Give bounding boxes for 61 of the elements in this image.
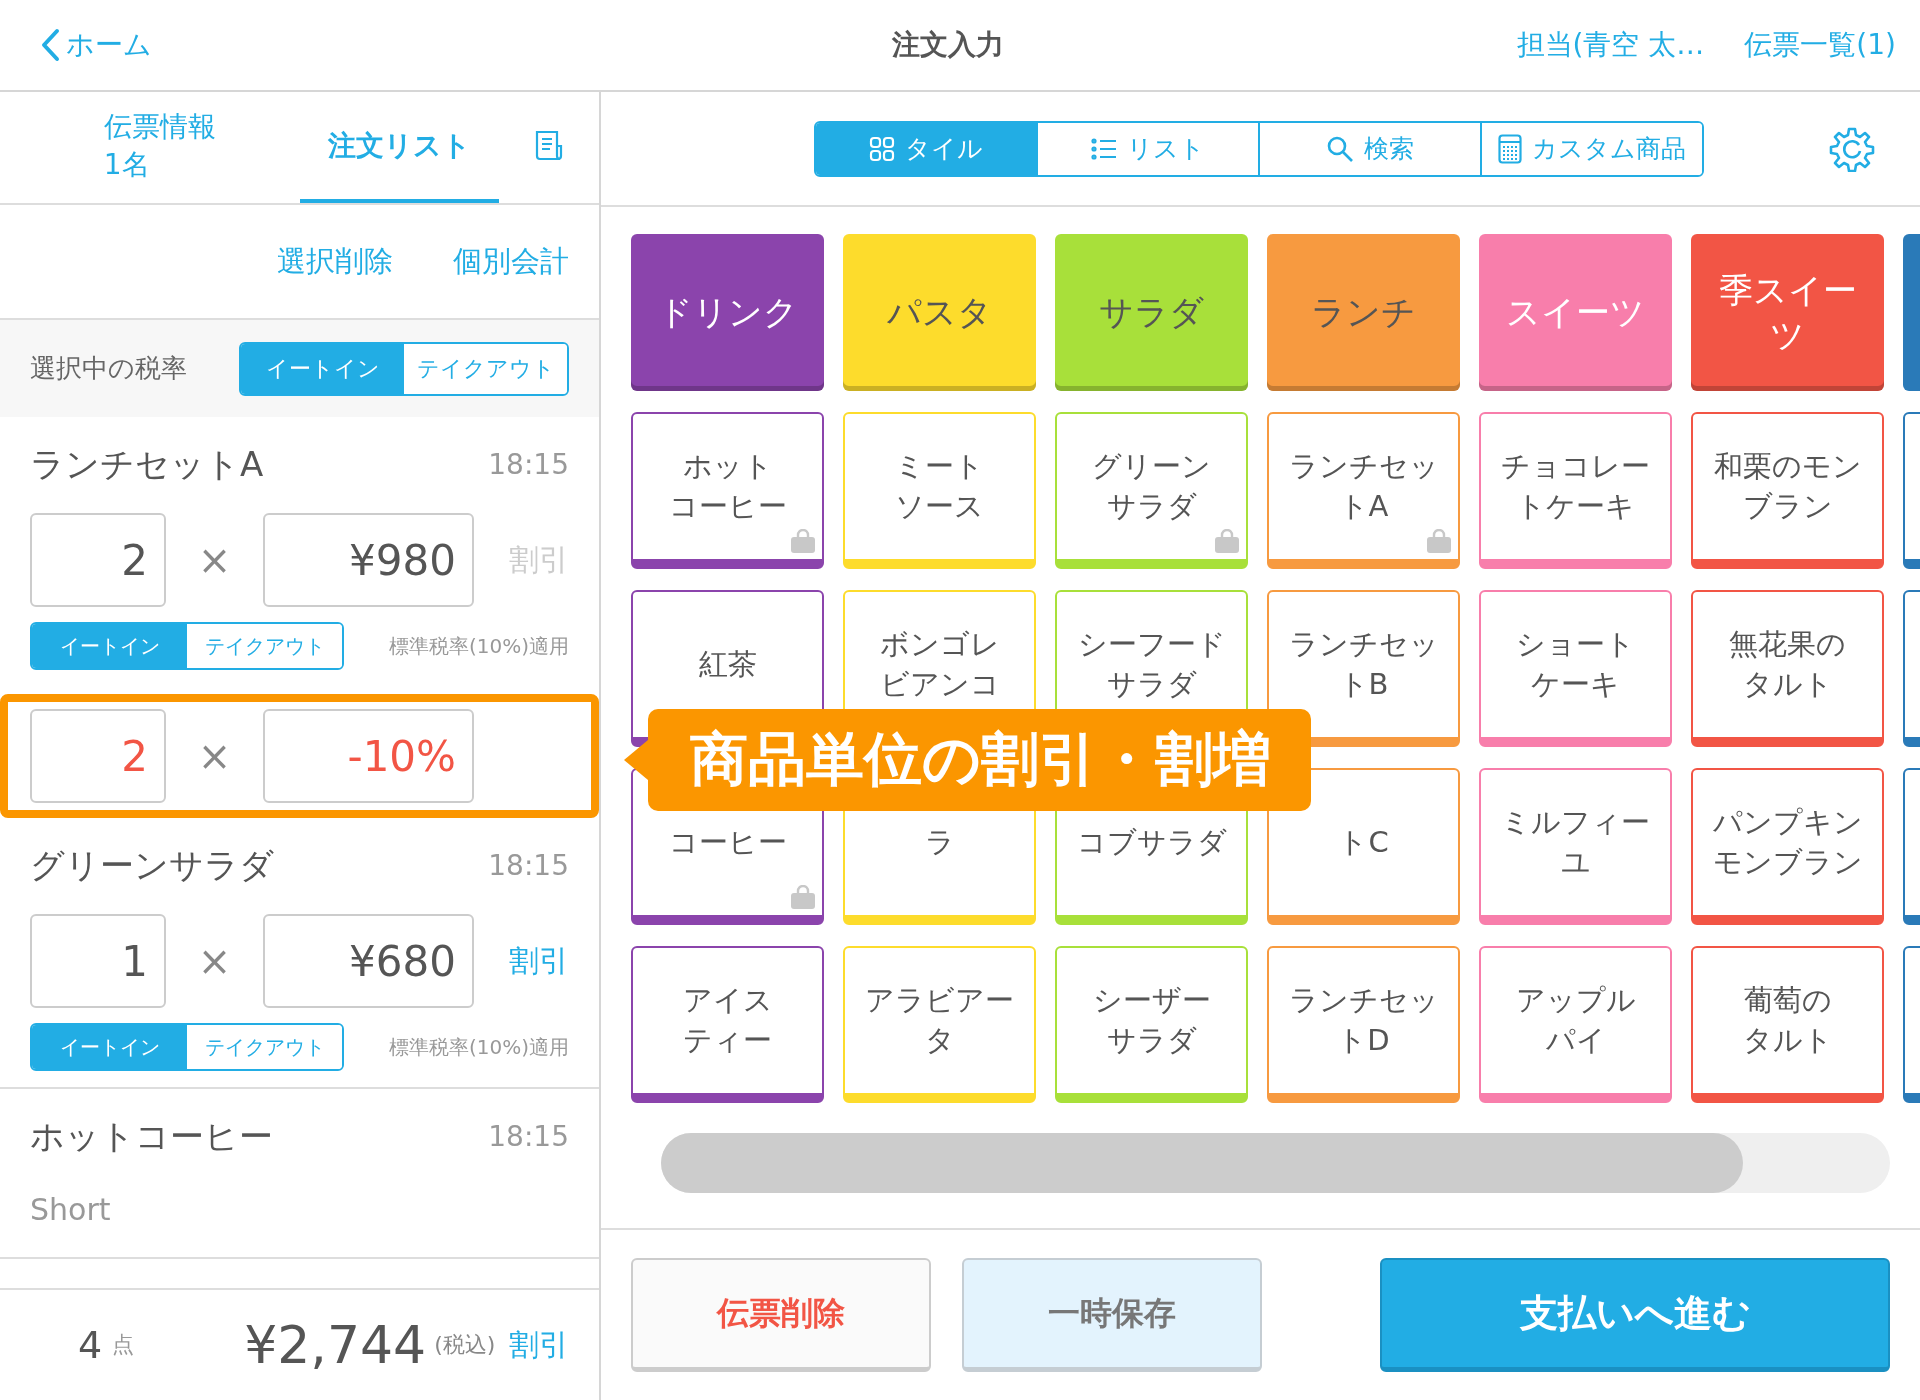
product-tile[interactable]: ホット コーヒー [631,412,824,569]
category-tile[interactable]: 季スイー ツ [1691,234,1884,391]
search-icon [1326,134,1354,163]
multiply-sign: × [196,537,233,583]
order-time: 18:15 [488,1120,569,1153]
tax-included-label: (税込) [434,1331,496,1359]
order-time: 18:15 [488,448,569,481]
product-tile[interactable]: シーザー サラダ [1055,946,1248,1103]
price-field[interactable]: ¥980 [263,513,474,607]
count-unit: 点 [112,1331,135,1359]
quantity-field[interactable]: 2 [30,513,166,607]
receipt-icon[interactable] [534,129,564,162]
tooltip-pointer [624,740,648,780]
annotation-tooltip: 商品単位の割引・割増 [648,709,1311,811]
product-tile[interactable]: アイス ティー [631,946,824,1103]
bag-icon [790,529,816,553]
product-tile[interactable]: ショート ケーキ [1479,590,1672,747]
multiply-sign: × [196,733,233,779]
grid-icon [869,135,895,162]
product-tile[interactable]: ランチセッ トA [1267,412,1460,569]
bag-icon [1426,529,1452,553]
item-count: 4 [78,1323,103,1367]
category-tile[interactable]: ドリンク [631,234,824,391]
quantity-field[interactable]: 1 [30,914,166,1008]
product-tile[interactable]: 無花果の タルト [1691,590,1884,747]
bag-icon [790,885,816,909]
product-tile[interactable]: アラビアー タ [843,946,1036,1103]
chevron-left-icon [40,28,60,62]
bag-icon [1214,529,1240,553]
category-tile[interactable]: パスタ [843,234,1036,391]
product-tile[interactable]: パンプキン モンブラン [1691,768,1884,925]
multiply-sign: × [196,938,233,984]
item-name: ホットコーヒー [30,1114,273,1158]
tax-note: 標準税率(10%)適用 [388,1033,569,1061]
product-tile[interactable]: ランチセッ トD [1267,946,1460,1103]
order-time: 18:15 [488,849,569,882]
price-field[interactable]: ¥680 [263,914,474,1008]
product-tile[interactable]: 葡萄の タルト [1691,946,1884,1103]
product-tile[interactable]: アップル パイ [1479,946,1672,1103]
list-icon [1091,137,1117,160]
settings-button[interactable] [1829,125,1875,172]
category-tile[interactable]: ランチ [1267,234,1460,391]
action-button[interactable]: 伝票削除 [631,1258,931,1372]
item-name: グリーンサラダ [30,843,274,887]
order-total: ¥2,744 [244,1315,427,1375]
calculator-icon [1498,133,1522,164]
product-tile[interactable]: ミート ソース [843,412,1036,569]
item-name: ランチセットA [30,442,264,486]
quantity-field[interactable]: 2 [30,709,166,803]
category-tile[interactable]: サラダ [1055,234,1248,391]
action-button[interactable]: 一時保存 [962,1258,1262,1372]
item-note: Short [30,1191,112,1229]
screen-title: 注文入力 [891,27,1006,63]
discount-rate-field[interactable]: -10% [263,709,474,803]
tax-rate-label: 選択中の税率 [30,352,187,385]
product-tile[interactable]: グリーン サラダ [1055,412,1248,569]
tax-note: 標準税率(10%)適用 [388,632,569,660]
product-tile[interactable]: トC [1267,768,1460,925]
product-tile[interactable]: チョコレー トケーキ [1479,412,1672,569]
product-tile[interactable]: ミルフィー ユ [1479,768,1672,925]
product-tile[interactable]: 和栗のモン ブラン [1691,412,1884,569]
